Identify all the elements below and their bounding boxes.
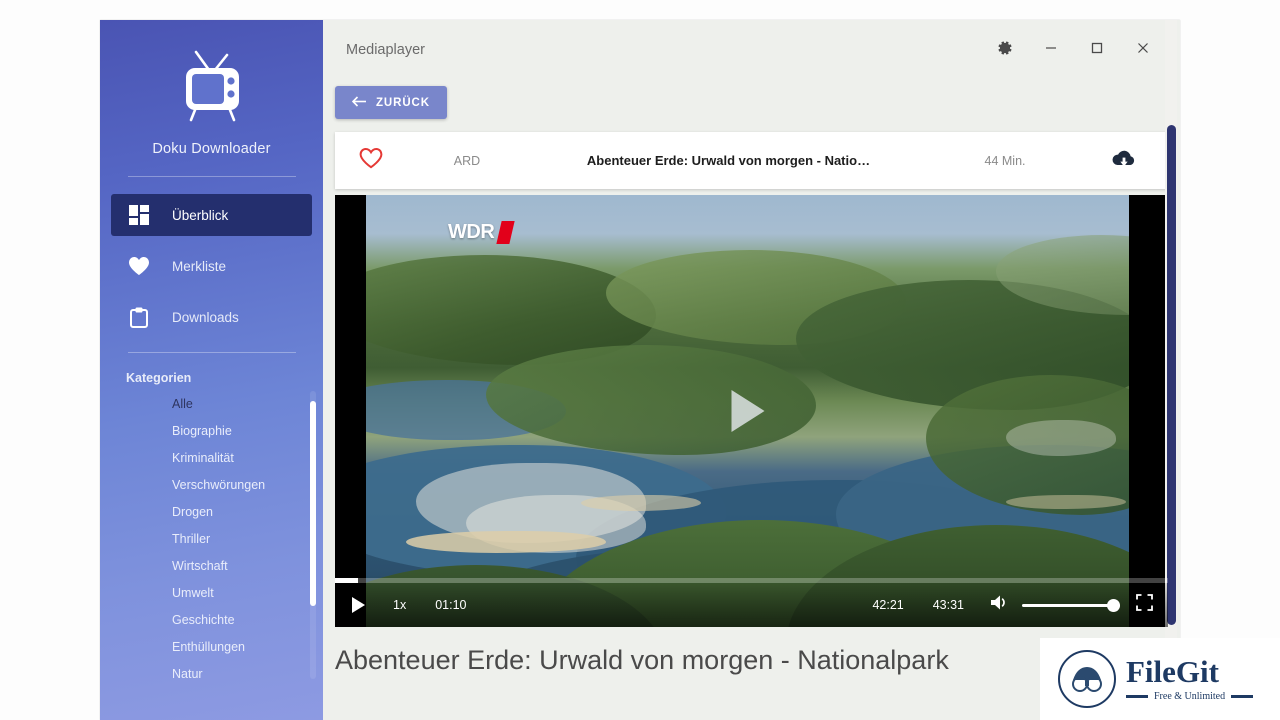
minimize-icon bbox=[1044, 41, 1058, 60]
category-item[interactable]: Natur bbox=[126, 661, 316, 679]
window-titlebar: Mediaplayer bbox=[323, 20, 1180, 80]
arrow-left-icon bbox=[352, 96, 367, 110]
sidebar-item-label: Downloads bbox=[172, 310, 239, 325]
category-item[interactable]: Geschichte bbox=[126, 607, 316, 634]
video-player[interactable]: WDR 1x 01:10 42:21 43:31 bbox=[335, 195, 1168, 627]
tv-icon bbox=[169, 48, 255, 128]
main-scrollbar-thumb[interactable] bbox=[1167, 125, 1176, 625]
sidebar-item-uberblick[interactable]: Überblick bbox=[111, 194, 312, 236]
settings-button[interactable] bbox=[982, 30, 1028, 70]
heart-icon bbox=[127, 255, 151, 277]
category-item[interactable]: Drogen bbox=[126, 499, 316, 526]
download-cloud-icon bbox=[1112, 149, 1136, 173]
close-button[interactable] bbox=[1120, 30, 1166, 70]
category-item[interactable]: Wirtschaft bbox=[126, 553, 316, 580]
maximize-icon bbox=[1090, 41, 1104, 60]
watermark-text: FileGit Free & Unlimited bbox=[1126, 656, 1253, 702]
sidebar-divider-top bbox=[128, 176, 296, 177]
binoculars-icon bbox=[1058, 650, 1116, 708]
window-buttons bbox=[982, 20, 1166, 80]
wdr-logo-text: WDR bbox=[448, 221, 494, 244]
download-button[interactable] bbox=[1080, 149, 1168, 173]
media-duration: 44 Min. bbox=[930, 154, 1080, 168]
screen: Doku Downloader Überblick bbox=[0, 0, 1280, 720]
category-item[interactable]: Kriminalität bbox=[126, 445, 316, 472]
sidebar-nav: Überblick Merkliste bbox=[100, 194, 323, 338]
category-item[interactable]: Thriller bbox=[126, 526, 316, 553]
sidebar-item-label: Überblick bbox=[172, 208, 228, 223]
video-frame: WDR bbox=[366, 195, 1129, 627]
category-item[interactable]: Biographie bbox=[126, 418, 316, 445]
toolbar: ZURÜCK bbox=[323, 80, 1180, 129]
app-window: Doku Downloader Überblick bbox=[100, 20, 1180, 720]
watermark-tagline-row: Free & Unlimited bbox=[1126, 691, 1253, 702]
category-item[interactable]: Alle bbox=[126, 391, 316, 418]
close-icon bbox=[1136, 41, 1150, 60]
app-logo: Doku Downloader bbox=[100, 48, 323, 157]
volume-slider-knob[interactable] bbox=[1107, 599, 1120, 612]
categories-title: Kategorien bbox=[126, 371, 323, 385]
total-time: 43:31 bbox=[933, 598, 964, 612]
filegit-watermark: FileGit Free & Unlimited bbox=[1040, 638, 1280, 720]
volume-slider-track bbox=[1022, 604, 1120, 607]
wdr-logo-bar bbox=[497, 221, 515, 244]
heart-outline-icon bbox=[359, 148, 383, 174]
minimize-button[interactable] bbox=[1028, 30, 1074, 70]
maximize-button[interactable] bbox=[1074, 30, 1120, 70]
favorite-button[interactable] bbox=[335, 148, 407, 174]
media-title: Abenteuer Erde: Urwald von morgen - Nati… bbox=[527, 153, 930, 168]
sidebar-item-downloads[interactable]: Downloads bbox=[111, 296, 312, 338]
fullscreen-icon bbox=[1136, 598, 1153, 615]
watermark-name: FileGit bbox=[1126, 656, 1253, 687]
volume-button[interactable] bbox=[990, 594, 1010, 616]
main-panel: Mediaplayer bbox=[323, 20, 1180, 720]
playback-speed[interactable]: 1x bbox=[393, 598, 406, 612]
wdr-logo: WDR bbox=[448, 221, 512, 244]
window-title: Mediaplayer bbox=[346, 42, 425, 58]
play-overlay-button[interactable] bbox=[731, 390, 764, 432]
sidebar: Doku Downloader Überblick bbox=[100, 20, 323, 720]
sidebar-divider-bottom bbox=[128, 352, 296, 353]
player-controls: 1x 01:10 42:21 43:31 bbox=[335, 583, 1168, 627]
grid-icon bbox=[127, 204, 151, 226]
remaining-time: 42:21 bbox=[872, 598, 903, 612]
clipboard-icon bbox=[127, 306, 151, 328]
watermark-tagline: Free & Unlimited bbox=[1154, 691, 1225, 702]
current-time: 01:10 bbox=[435, 598, 466, 612]
fullscreen-button[interactable] bbox=[1136, 594, 1153, 616]
categories-list: Alle Biographie Kriminalität Verschwörun… bbox=[126, 391, 316, 679]
app-name: Doku Downloader bbox=[100, 141, 323, 157]
sidebar-item-merkliste[interactable]: Merkliste bbox=[111, 245, 312, 287]
gear-icon bbox=[997, 40, 1013, 61]
category-item[interactable]: Verschwörungen bbox=[126, 472, 316, 499]
play-button[interactable] bbox=[352, 597, 365, 613]
category-item[interactable]: Enthüllungen bbox=[126, 634, 316, 661]
category-item[interactable]: Umwelt bbox=[126, 580, 316, 607]
volume-icon bbox=[990, 594, 1010, 616]
back-button-label: ZURÜCK bbox=[376, 97, 430, 109]
watermark-dash-left bbox=[1126, 695, 1148, 698]
sidebar-item-label: Merkliste bbox=[172, 259, 226, 274]
watermark-dash-right bbox=[1231, 695, 1253, 698]
volume-slider[interactable] bbox=[1022, 598, 1120, 612]
sidebar-scrollbar-thumb[interactable] bbox=[310, 401, 316, 606]
back-button[interactable]: ZURÜCK bbox=[335, 86, 447, 119]
channel-label: ARD bbox=[407, 154, 527, 168]
media-info-row: ARD Abenteuer Erde: Urwald von morgen - … bbox=[335, 132, 1168, 189]
